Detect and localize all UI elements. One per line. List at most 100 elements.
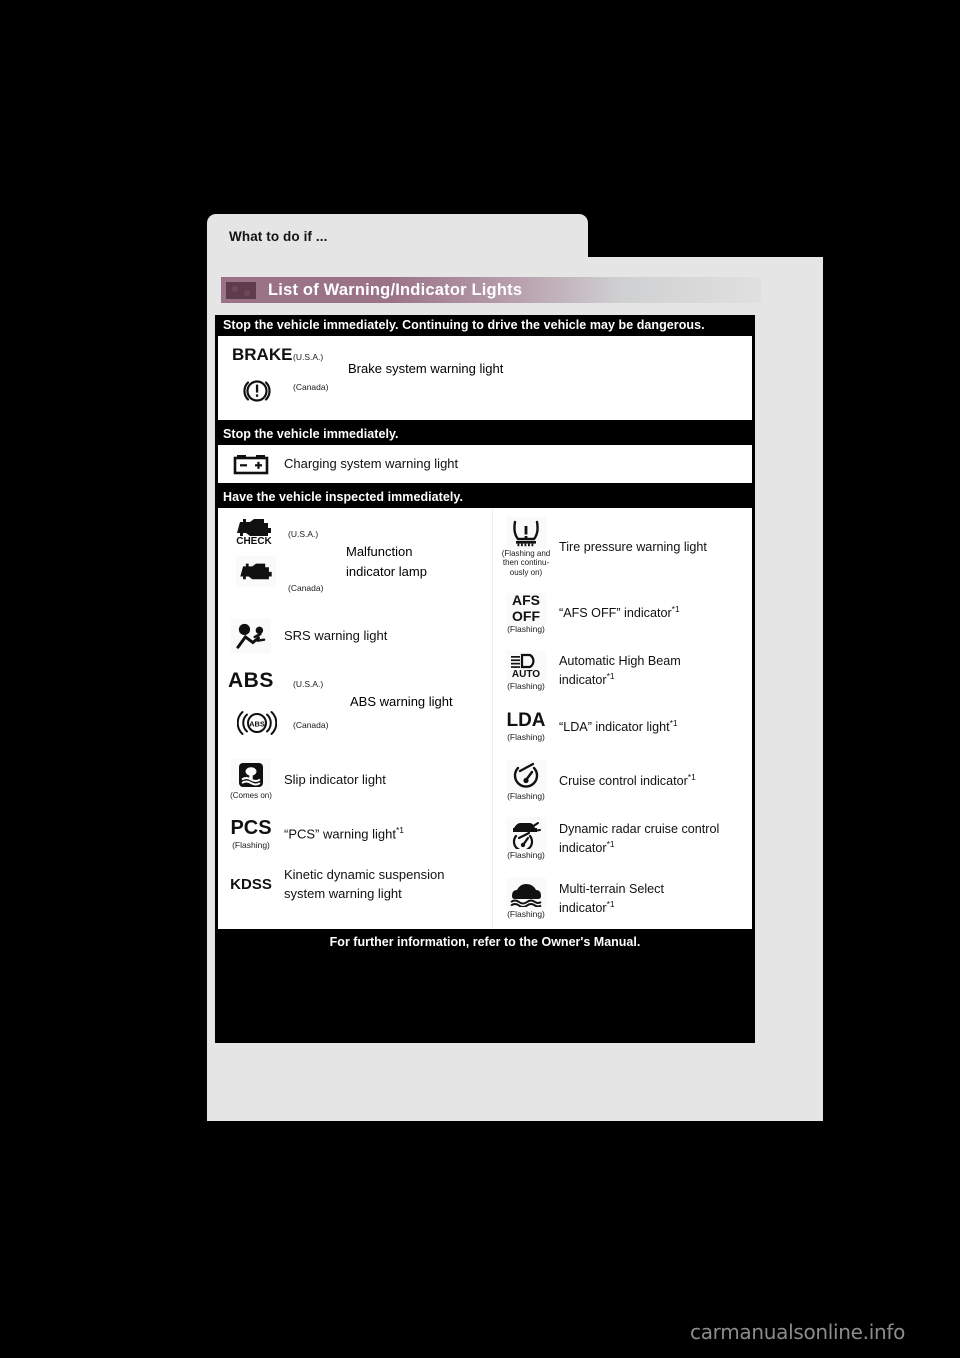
mts-label-line2: indicator*1	[559, 899, 615, 916]
table-header-stop-dangerous: Stop the vehicle immediately. Continuing…	[223, 318, 705, 332]
table-header-inspect: Have the vehicle inspected immediately.	[223, 490, 464, 504]
brake-canada-note: (Canada)	[293, 382, 329, 392]
mts-label-line1: Multi-terrain Select	[559, 881, 664, 896]
afs-glyph-line2: OFF	[512, 607, 540, 624]
tire-pressure-icon: (Flashing and then continu- ously on)	[493, 517, 559, 577]
dynamic-radar-cruise-icon: (Flashing)	[493, 817, 559, 861]
afs-off-glyph: AFS OFF (Flashing)	[493, 591, 559, 635]
slip-indicator-light-label: Slip indicator light	[284, 772, 386, 788]
document-page: What to do if ... List of Warning/Indica…	[0, 0, 960, 1358]
cruise-control-indicator-label: Cruise control indicator*1	[559, 771, 752, 791]
table-row: LDA (Flashing) “LDA” indicator light*1	[493, 701, 752, 753]
check-engine-icon	[236, 556, 276, 586]
cruise-note: (Flashing)	[507, 791, 545, 802]
table-row: AFS OFF (Flashing) “AFS OFF” indicator*1	[493, 586, 752, 641]
warning-lights-table: Stop the vehicle immediately. Continuing…	[215, 315, 755, 1043]
kdss-warning-light-label: Kinetic dynamic suspension system warnin…	[284, 865, 492, 904]
brake-usa-note: (U.S.A.)	[293, 352, 324, 362]
afs-footnote: *1	[671, 604, 680, 615]
lda-label-text: “LDA” indicator light	[559, 720, 670, 735]
lda-note: (Flashing)	[507, 732, 545, 743]
drcc-label-line1: Dynamic radar cruise control	[559, 821, 720, 836]
drcc-label-line2: indicator*1	[559, 839, 615, 856]
tp-note-line2: then continu-	[502, 558, 550, 568]
tp-note-line1: (Flashing and	[501, 549, 551, 559]
mil-usa-note: (U.S.A.)	[288, 529, 319, 539]
slip-skid-icon: (Comes on)	[218, 759, 284, 800]
table-row: PCS (Flashing) “PCS” warning light*1	[218, 810, 492, 858]
pcs-label-text: “PCS” warning light	[284, 826, 396, 842]
charging-panel: Charging system warning light	[218, 445, 752, 483]
lda-indicator-light-label: “LDA” indicator light*1	[559, 717, 752, 737]
table-row: (Flashing) Cruise control indicator*1	[493, 753, 752, 809]
section-banner: List of Warning/Indicator Lights	[221, 277, 761, 303]
mts-note: (Flashing)	[507, 909, 545, 920]
indicator-panel: CHECK (U.S.A.) (Canada) Malfunction indi…	[218, 508, 752, 929]
srs-airbag-icon	[218, 619, 284, 653]
page-title: List of Warning/Indicator Lights	[268, 280, 523, 299]
lda-glyph: LDA (Flashing)	[493, 711, 559, 743]
table-row: BRAKE (U.S.A.) (Canada) Brake system war…	[218, 336, 752, 420]
ahb-label-line1: Automatic High Beam	[559, 653, 681, 668]
srs-warning-light-label: SRS warning light	[284, 628, 388, 644]
afs-off-indicator-label: “AFS OFF” indicator*1	[559, 603, 752, 623]
lda-text-glyph: LDA	[506, 710, 546, 732]
kdss-glyph: KDSS	[218, 877, 284, 892]
kdss-label-line1: Kinetic dynamic suspension	[284, 866, 445, 882]
site-watermark: carmanualsonline.info	[690, 1320, 906, 1344]
pcs-text-glyph: PCS	[230, 816, 272, 839]
slip-note: (Comes on)	[230, 791, 272, 801]
cruise-footnote: *1	[687, 771, 696, 782]
pcs-warning-light-label: “PCS” warning light*1	[284, 824, 492, 844]
left-column: CHECK (U.S.A.) (Canada) Malfunction indi…	[218, 508, 492, 929]
brake-panel: BRAKE (U.S.A.) (Canada) Brake system war…	[218, 336, 752, 420]
pcs-note: (Flashing)	[232, 839, 270, 850]
afs-label-text: “AFS OFF” indicator	[559, 606, 672, 621]
kdss-text-glyph: KDSS	[230, 875, 272, 893]
table-header-stop: Stop the vehicle immediately.	[223, 427, 399, 441]
abs-circle-icon: ABS	[236, 709, 278, 742]
abs-usa-glyph: ABS	[228, 669, 274, 692]
afs-note: (Flashing)	[507, 623, 545, 634]
charging-system-warning-light-label: Charging system warning light	[284, 456, 459, 472]
manual-page-body: List of Warning/Indicator Lights Stop th…	[207, 257, 823, 1121]
afs-glyph-line1: AFS	[512, 591, 540, 608]
mil-label-line1: Malfunction	[346, 544, 413, 559]
table-footer-note: For further information, refer to the Ow…	[329, 935, 641, 949]
multi-terrain-select-indicator-label: Multi-terrain Select indicator*1	[559, 880, 752, 919]
malfunction-indicator-lamp-label: Malfunction indicator lamp	[346, 542, 427, 582]
check-engine-check-icon: CHECK	[236, 512, 273, 551]
brake-system-warning-light-label: Brake system warning light	[348, 361, 504, 376]
kdss-label-line2: system warning light	[284, 886, 402, 901]
ahb-note: (Flashing)	[507, 681, 545, 692]
table-row: (Flashing) Multi-terrain Select indicato…	[493, 869, 752, 929]
table-row: (Comes on) Slip indicator light	[218, 750, 492, 810]
table-row: AUTO (Flashing) Automatic High Beam indi…	[493, 641, 752, 701]
mts-footnote: *1	[606, 899, 615, 910]
tp-note-line3: ously on)	[509, 567, 543, 577]
cruise-label-text: Cruise control indicator	[559, 774, 688, 789]
mil-canada-note: (Canada)	[288, 583, 324, 593]
ahb-footnote: *1	[606, 671, 615, 682]
drcc-footnote: *1	[606, 839, 615, 850]
drcc-note: (Flashing)	[507, 850, 545, 861]
textured-square-icon	[226, 281, 256, 299]
automatic-high-beam-indicator-label: Automatic High Beam indicator*1	[559, 652, 752, 691]
brake-circle-exclamation-icon	[240, 376, 274, 411]
table-row: SRS warning light	[218, 608, 492, 664]
abs-usa-note: (U.S.A.)	[293, 679, 324, 689]
pcs-glyph: PCS (Flashing)	[218, 818, 284, 851]
auto-label: AUTO	[511, 668, 541, 680]
tire-pressure-note: (Flashing and then continu- ously on)	[502, 549, 550, 577]
chapter-tab[interactable]: What to do if ...	[207, 214, 588, 258]
abs-warning-light-label: ABS warning light	[350, 694, 453, 709]
table-row: CHECK (U.S.A.) (Canada) Malfunction indi…	[218, 508, 492, 608]
pcs-footnote: *1	[396, 825, 405, 836]
table-row: KDSS Kinetic dynamic suspension system w…	[218, 858, 492, 910]
svg-text:CHECK: CHECK	[236, 536, 272, 546]
lda-footnote: *1	[669, 717, 678, 728]
multi-terrain-icon: (Flashing)	[493, 878, 559, 920]
table-row: Charging system warning light	[218, 445, 752, 483]
table-row: (Flashing) Dynamic radar cruise control …	[493, 809, 752, 869]
mil-label-line2: indicator lamp	[346, 564, 427, 580]
